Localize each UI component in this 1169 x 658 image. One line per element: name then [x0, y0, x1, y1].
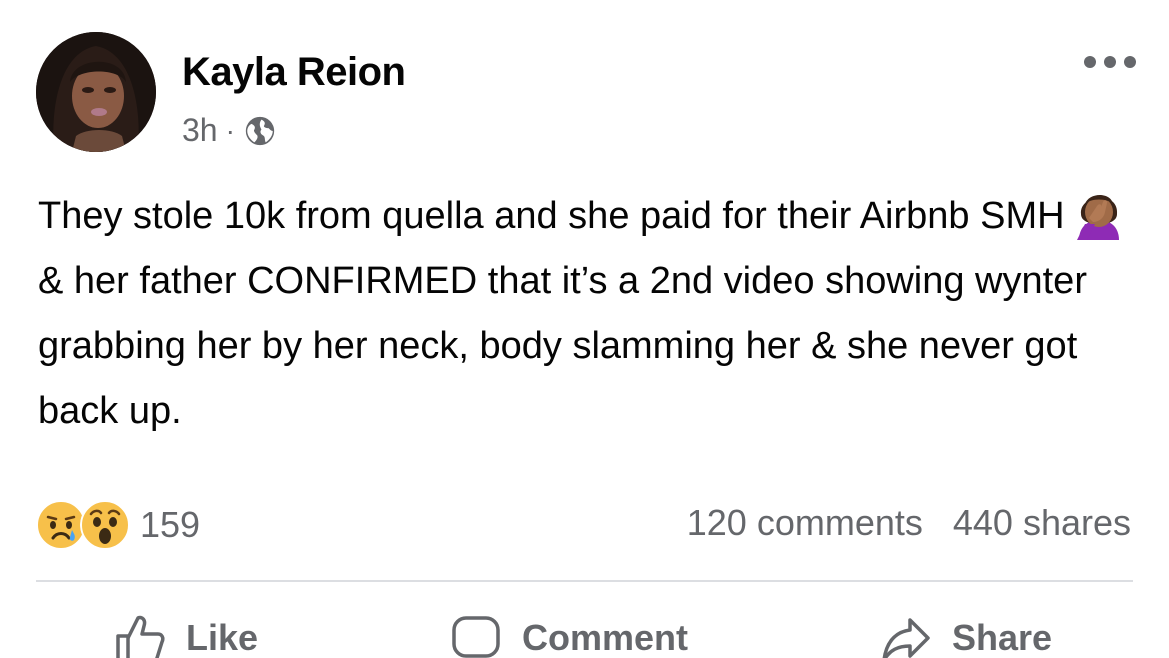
comment-icon	[452, 616, 500, 658]
avatar[interactable]	[36, 32, 156, 152]
meta-separator: ·	[225, 114, 235, 146]
post-card: Kayla Reion 3h · They stole 10k from que…	[0, 0, 1169, 658]
reaction-count: 159	[140, 504, 201, 545]
shares-count[interactable]: 440 shares	[953, 502, 1131, 544]
post-text-part2: & her father CONFIRMED that it’s a 2nd v…	[38, 260, 1087, 432]
comment-button[interactable]: Comment	[450, 612, 688, 658]
comment-label: Comment	[522, 617, 689, 658]
share-icon	[882, 618, 930, 658]
share-button[interactable]: Share	[880, 612, 1052, 658]
facepalm-emoji	[1076, 195, 1119, 240]
reactions-summary[interactable]: 159	[36, 500, 200, 550]
sad-reaction-icon	[36, 500, 86, 550]
globe-icon[interactable]	[243, 114, 277, 148]
author-name[interactable]: Kayla Reion	[182, 50, 406, 95]
more-options-icon[interactable]	[1084, 52, 1136, 72]
post-meta: 3h ·	[182, 112, 277, 149]
thumbs-up-icon	[116, 615, 165, 658]
post-text-part1: They stole 10k from quella and she paid …	[38, 195, 1065, 237]
share-label: Share	[952, 617, 1053, 658]
wow-reaction-icon	[80, 500, 130, 550]
divider	[36, 580, 1133, 582]
post-text: They stole 10k from quella and she paid …	[38, 184, 1138, 444]
action-bar: Like Comment Share	[0, 612, 1169, 658]
post-time[interactable]: 3h	[182, 112, 218, 149]
comments-count[interactable]: 120 comments	[687, 502, 923, 544]
engagement-stats: 120 comments 440 shares	[687, 502, 1131, 544]
like-button[interactable]: Like	[114, 612, 258, 658]
like-label: Like	[186, 617, 259, 658]
